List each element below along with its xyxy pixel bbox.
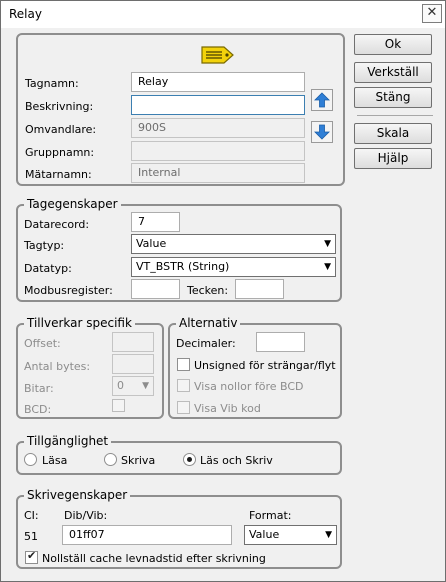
tagtype-label: Tagtyp: — [24, 239, 65, 252]
bytes-field[interactable] — [112, 354, 154, 374]
button-separator — [357, 115, 433, 116]
tag-icon — [201, 46, 234, 64]
offset-field[interactable] — [112, 332, 154, 352]
datarecord-field[interactable]: 7 — [131, 212, 180, 232]
group-label: Gruppnamn: — [25, 146, 95, 159]
description-label: Beskrivning: — [25, 100, 94, 113]
dialog-window: Relay ✕ Tagnamn: Relay Beskrivning: Omva… — [0, 0, 446, 582]
manufacturer-legend: Tillverkar specifik — [24, 316, 135, 330]
readwrite-label: Läs och Skriv — [200, 454, 273, 467]
vib-checkbox[interactable] — [177, 401, 190, 414]
bytes-label: Antal bytes: — [24, 360, 91, 373]
datatype-value: VT_BSTR (String) — [136, 260, 230, 273]
tag-properties-legend: Tagegenskaper — [24, 197, 121, 211]
ci-label: CI: — [24, 509, 39, 522]
vib-label: Visa Vib kod — [194, 402, 261, 415]
format-select[interactable]: Value ▼ — [244, 525, 337, 545]
chars-label: Tecken: — [187, 284, 229, 297]
apply-button[interactable]: Verkställ — [354, 62, 432, 83]
chevron-down-icon: ▼ — [325, 530, 332, 540]
format-label: Format: — [249, 509, 292, 522]
write-radio[interactable] — [104, 453, 117, 466]
alternatives-legend: Alternativ — [176, 316, 241, 330]
chevron-down-icon: ▼ — [324, 262, 331, 272]
arrow-down-icon — [314, 124, 330, 140]
description-field[interactable] — [131, 95, 305, 115]
format-value: Value — [249, 528, 280, 541]
close-button[interactable]: Stäng — [354, 87, 432, 108]
bits-label: Bitar: — [24, 382, 54, 395]
tagtype-value: Value — [136, 237, 167, 250]
window-title: Relay — [9, 7, 42, 21]
group-field[interactable] — [131, 141, 305, 161]
datatype-label: Datatyp: — [24, 262, 72, 275]
readwrite-radio[interactable] — [183, 453, 196, 466]
unsigned-label: Unsigned för strängar/flyt — [194, 359, 336, 372]
zeros-checkbox[interactable] — [177, 379, 190, 392]
meter-field[interactable]: Internal — [131, 163, 305, 183]
bits-select[interactable]: 0 ▼ — [112, 376, 154, 396]
modbus-field[interactable] — [131, 279, 180, 299]
write-label: Skriva — [121, 454, 156, 467]
access-legend: Tillgänglighet — [24, 434, 112, 448]
converter-label: Omvandlare: — [25, 123, 97, 136]
help-button[interactable]: Hjälp — [354, 148, 432, 169]
modbus-label: Modbusregister: — [24, 284, 113, 297]
unsigned-checkbox[interactable] — [177, 358, 190, 371]
decimals-field[interactable] — [256, 332, 305, 352]
tagname-field[interactable]: Relay — [131, 72, 305, 92]
move-down-button[interactable] — [311, 121, 333, 143]
ci-value: 51 — [24, 530, 38, 543]
chars-field[interactable] — [235, 279, 284, 299]
dibvib-label: Dib/Vib: — [64, 509, 108, 522]
dibvib-field[interactable]: 01ff07 — [62, 525, 232, 545]
chevron-down-icon: ▼ — [142, 381, 149, 391]
bcd-checkbox[interactable] — [112, 399, 125, 412]
meter-label: Mätarnamn: — [25, 168, 92, 181]
close-window-button[interactable]: ✕ — [422, 4, 442, 23]
tagname-label: Tagnamn: — [25, 77, 79, 90]
decimals-label: Decimaler: — [176, 337, 236, 350]
write-properties-legend: Skrivegenskaper — [24, 488, 131, 502]
bits-value: 0 — [117, 379, 124, 392]
zeros-label: Visa nollor före BCD — [194, 380, 304, 393]
arrow-up-icon — [314, 92, 330, 108]
bcd-label: BCD: — [24, 403, 52, 416]
datarecord-label: Datarecord: — [24, 218, 90, 231]
move-up-button[interactable] — [311, 89, 333, 111]
reset-cache-label: Nollställ cache levnadstid efter skrivni… — [42, 552, 266, 565]
read-radio[interactable] — [24, 453, 37, 466]
scale-button[interactable]: Skala — [354, 123, 432, 144]
reset-cache-checkbox[interactable] — [25, 549, 38, 564]
offset-label: Offset: — [24, 337, 61, 350]
tagtype-select[interactable]: Value ▼ — [131, 234, 336, 254]
read-label: Läsa — [42, 454, 68, 467]
title-bar: Relay ✕ — [1, 1, 445, 28]
chevron-down-icon: ▼ — [324, 239, 331, 249]
ok-button[interactable]: Ok — [354, 34, 432, 55]
converter-field[interactable]: 900S — [131, 118, 305, 138]
datatype-select[interactable]: VT_BSTR (String) ▼ — [131, 257, 336, 277]
